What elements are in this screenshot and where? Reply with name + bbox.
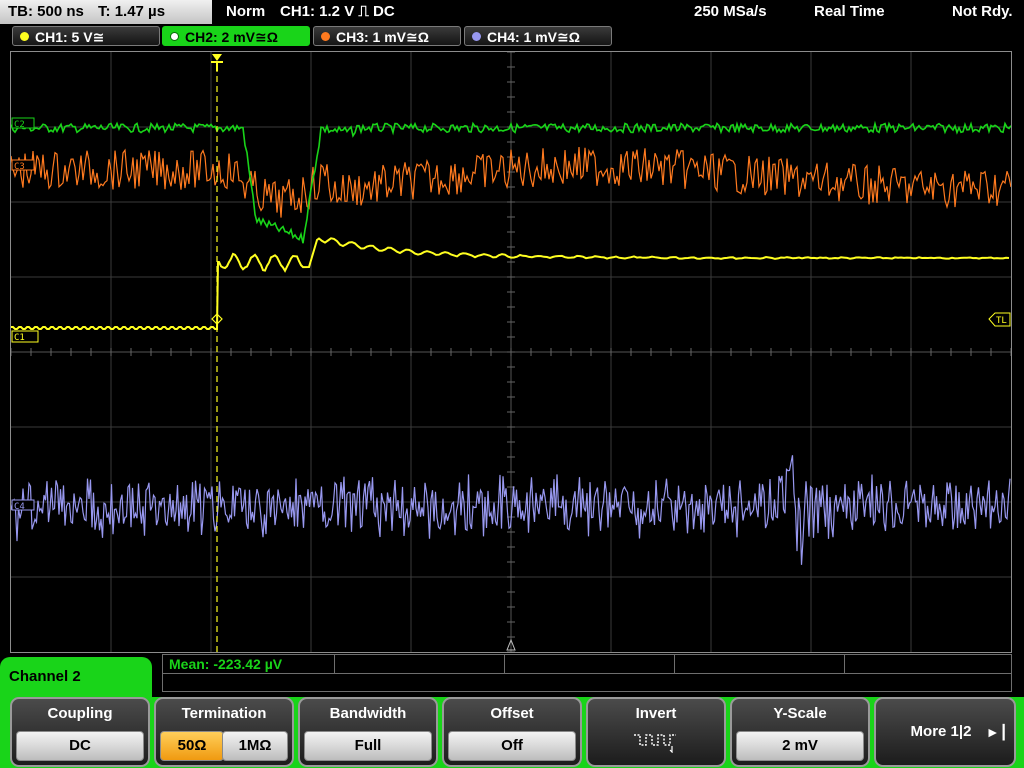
right-arrow-icon: ►┃ bbox=[985, 724, 1008, 740]
invert-softkey[interactable]: Invert bbox=[586, 697, 726, 767]
bandwidth-softkey[interactable]: Bandwidth Full bbox=[298, 697, 438, 767]
meas-cell-4 bbox=[675, 655, 845, 673]
timebase-box[interactable]: TB: 500 ns T: 1.47 µs bbox=[0, 0, 212, 24]
ch3-marker[interactable]: C3 bbox=[11, 159, 35, 172]
sample-rate: 250 MSa/s bbox=[694, 3, 767, 20]
offset-label: Offset bbox=[490, 705, 534, 722]
tab-ch2[interactable]: CH2: 2 mV≅Ω bbox=[162, 26, 310, 46]
invert-label: Invert bbox=[635, 705, 677, 722]
trigger-time-value: T: 1.47 µs bbox=[98, 3, 166, 20]
ch2-marker-label: C2 bbox=[14, 120, 25, 130]
offset-value[interactable]: Off bbox=[448, 731, 576, 761]
ch1-marker[interactable]: C1 bbox=[11, 330, 39, 343]
waveform-svg: C2 C3 C1 C4 TL bbox=[11, 52, 1011, 652]
tab-ch3-label: CH3: 1 mV≅Ω bbox=[336, 29, 429, 45]
tab-ch4-label: CH4: 1 mV≅Ω bbox=[487, 29, 580, 45]
tab-ch1-label: CH1: 5 V≅ bbox=[35, 29, 105, 45]
trigger-level-label: TL bbox=[996, 316, 1007, 326]
tab-ch4[interactable]: CH4: 1 mV≅Ω bbox=[464, 26, 612, 46]
bandwidth-label: Bandwidth bbox=[329, 705, 407, 722]
ch1-color-dot bbox=[20, 32, 29, 41]
ch2-color-dot bbox=[170, 32, 179, 41]
graticule bbox=[11, 52, 1011, 652]
termination-softkey[interactable]: Termination 50Ω 1MΩ bbox=[154, 697, 294, 767]
ch4-marker-label: C4 bbox=[14, 502, 25, 512]
y-scale-value[interactable]: 2 mV bbox=[736, 731, 864, 761]
acquisition-mode: Real Time bbox=[814, 3, 885, 20]
meas-divider bbox=[163, 673, 1011, 674]
y-scale-label: Y-Scale bbox=[773, 705, 827, 722]
trigger-level-marker[interactable]: TL bbox=[988, 312, 1011, 327]
measurement-mean: Mean: -223.42 µV bbox=[169, 656, 283, 672]
bandwidth-value[interactable]: Full bbox=[304, 731, 432, 761]
ch4-marker[interactable]: C4 bbox=[11, 499, 35, 512]
measurement-box: Mean: -223.42 µV bbox=[162, 654, 1012, 692]
tab-ch1[interactable]: CH1: 5 V≅ bbox=[12, 26, 160, 46]
ch1-trace bbox=[11, 237, 1010, 330]
coupling-label: Coupling bbox=[47, 705, 113, 722]
ch3-color-dot bbox=[321, 32, 330, 41]
coupling-softkey[interactable]: Coupling DC bbox=[10, 697, 150, 767]
ch1-marker-label: C1 bbox=[14, 333, 25, 343]
waveform-display[interactable]: C2 C3 C1 C4 TL bbox=[10, 51, 1012, 653]
trigger-position-icon[interactable] bbox=[211, 54, 223, 71]
invert-waveform-icon bbox=[588, 731, 724, 754]
ch4-color-dot bbox=[472, 32, 481, 41]
timebase-value: TB: 500 ns bbox=[8, 3, 84, 20]
status-bar: TB: 500 ns T: 1.47 µs Norm CH1: 1.2 V ⎍ … bbox=[0, 0, 1024, 24]
coupling-value[interactable]: DC bbox=[16, 731, 144, 761]
meas-cell-2 bbox=[335, 655, 505, 673]
termination-label: Termination bbox=[181, 705, 267, 722]
y-scale-softkey[interactable]: Y-Scale 2 mV bbox=[730, 697, 870, 767]
termination-1mohm[interactable]: 1MΩ bbox=[222, 731, 288, 761]
ch2-marker[interactable]: C2 bbox=[11, 117, 35, 130]
termination-50ohm[interactable]: 50Ω bbox=[160, 731, 224, 761]
channel-menu-title: Channel 2 bbox=[0, 657, 152, 697]
offset-softkey[interactable]: Offset Off bbox=[442, 697, 582, 767]
trigger-source[interactable]: CH1: 1.2 V ⎍ DC bbox=[280, 0, 395, 24]
tab-ch2-label: CH2: 2 mV≅Ω bbox=[185, 29, 278, 45]
trigger-status: Not Rdy. bbox=[952, 3, 1013, 20]
tab-ch3[interactable]: CH3: 1 mV≅Ω bbox=[313, 26, 461, 46]
trigger-mode[interactable]: Norm bbox=[226, 0, 265, 24]
channel-tabs: CH1: 5 V≅ CH2: 2 mV≅Ω CH3: 1 mV≅Ω CH4: 1… bbox=[0, 26, 1024, 48]
ch3-marker-label: C3 bbox=[14, 162, 25, 172]
more-softkey[interactable]: More 1|2 ►┃ bbox=[874, 697, 1016, 767]
meas-cell-3 bbox=[505, 655, 675, 673]
